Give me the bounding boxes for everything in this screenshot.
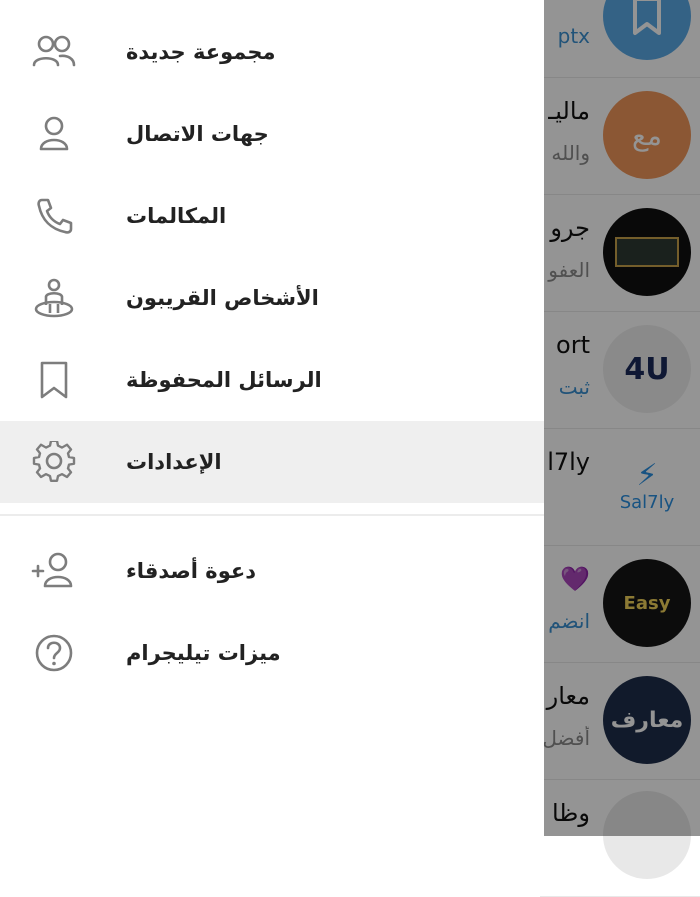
menu-label: مجموعة جديدة	[126, 40, 276, 64]
menu-label: الأشخاص القريبون	[126, 286, 319, 310]
menu-divider	[0, 514, 544, 516]
menu-calls[interactable]: المكالمات	[0, 175, 544, 257]
gear-icon	[32, 441, 76, 482]
menu-people-nearby[interactable]: الأشخاص القريبون	[0, 257, 544, 339]
contact-icon	[39, 116, 69, 151]
menu-settings[interactable]: الإعدادات	[0, 421, 544, 503]
phone-icon	[37, 198, 73, 234]
nearby-people-icon	[34, 278, 74, 318]
menu-contacts[interactable]: جهات الاتصال	[0, 93, 544, 175]
menu-label: المكالمات	[126, 204, 227, 228]
menu-new-group[interactable]: مجموعة جديدة	[0, 11, 544, 93]
help-icon	[35, 634, 73, 672]
bookmark-icon	[40, 361, 68, 399]
menu-invite-friends[interactable]: دعوة أصدقاء	[0, 530, 544, 612]
menu-telegram-features[interactable]: ميزات تيليجرام	[0, 612, 544, 694]
menu-label: جهات الاتصال	[126, 122, 269, 146]
navigation-drawer: مجموعة جديدة جهات الاتصال المكالمات الأش…	[0, 0, 544, 836]
add-user-icon	[31, 552, 73, 588]
menu-saved-messages[interactable]: الرسائل المحفوظة	[0, 339, 544, 421]
menu-label: الرسائل المحفوظة	[126, 368, 322, 392]
menu-label: دعوة أصدقاء	[126, 559, 256, 583]
group-icon	[32, 35, 76, 67]
menu-label: ميزات تيليجرام	[126, 641, 281, 665]
menu-label: الإعدادات	[126, 450, 222, 474]
